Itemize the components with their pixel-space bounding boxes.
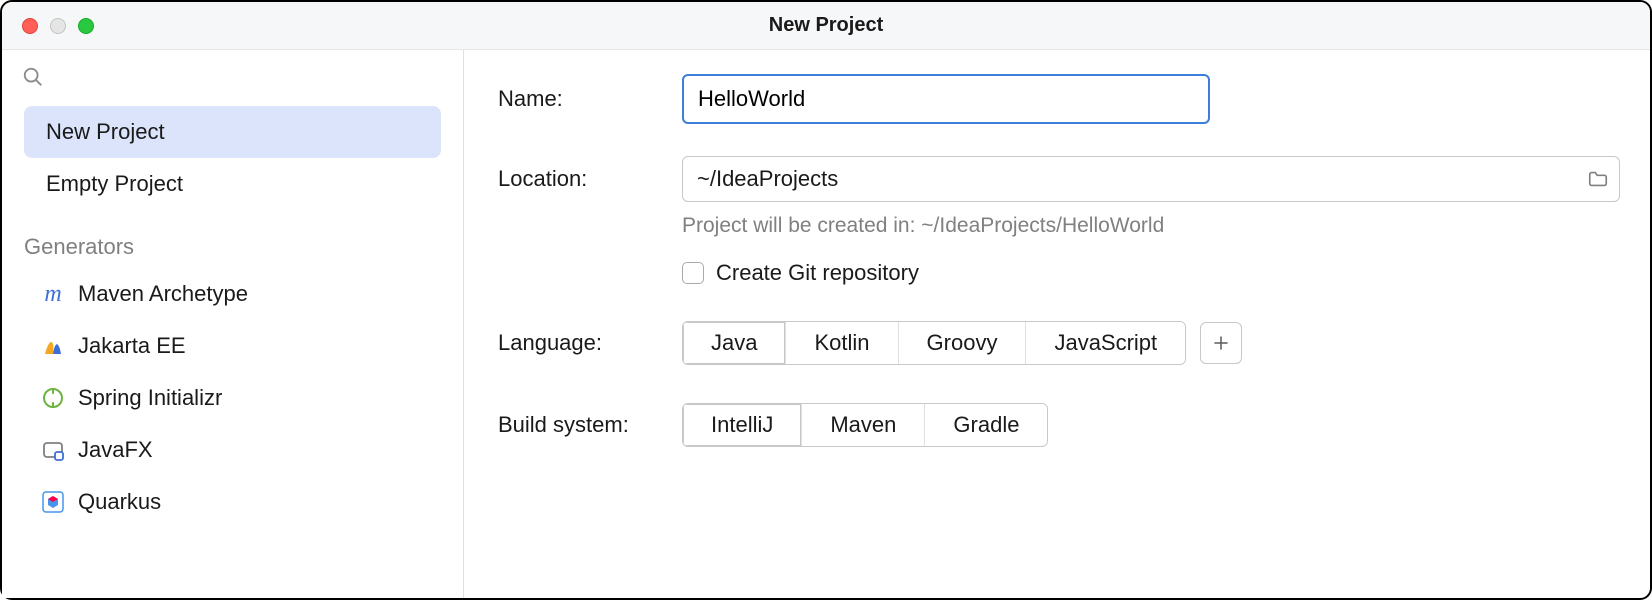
folder-icon[interactable] (1587, 168, 1609, 190)
close-window-button[interactable] (22, 18, 38, 34)
sidebar-item-label: Empty Project (46, 171, 183, 197)
language-option-kotlin[interactable]: Kotlin (786, 322, 898, 364)
generator-label: Spring Initializr (78, 385, 222, 411)
generator-maven-archetype[interactable]: m Maven Archetype (24, 268, 441, 320)
plus-icon (1212, 334, 1230, 352)
search-icon[interactable] (22, 66, 44, 88)
maven-icon: m (40, 281, 66, 307)
add-language-button[interactable] (1200, 322, 1242, 364)
generator-label: Quarkus (78, 489, 161, 515)
generator-label: Maven Archetype (78, 281, 248, 307)
language-segmented: Java Kotlin Groovy JavaScript (682, 321, 1186, 365)
git-checkbox[interactable] (682, 262, 704, 284)
minimize-window-button[interactable] (50, 18, 66, 34)
generator-spring-initializr[interactable]: Spring Initializr (24, 372, 441, 424)
sidebar-item-label: New Project (46, 119, 165, 145)
generator-javafx[interactable]: JavaFX (24, 424, 441, 476)
build-label: Build system: (498, 412, 682, 438)
location-input[interactable]: ~/IdeaProjects (682, 156, 1620, 202)
window-controls (2, 18, 94, 34)
language-label: Language: (498, 330, 682, 356)
language-option-javascript[interactable]: JavaScript (1026, 322, 1185, 364)
generators-header: Generators (2, 210, 463, 268)
location-label: Location: (498, 166, 682, 192)
javafx-icon (40, 437, 66, 463)
main-panel: Name: Location: ~/IdeaProjects Project w… (464, 50, 1650, 598)
generator-quarkus[interactable]: Quarkus (24, 476, 441, 528)
sidebar: New Project Empty Project Generators m M… (2, 50, 464, 598)
generator-jakarta-ee[interactable]: Jakarta EE (24, 320, 441, 372)
language-option-java[interactable]: Java (683, 322, 786, 364)
git-label: Create Git repository (716, 260, 919, 286)
quarkus-icon (40, 489, 66, 515)
titlebar: New Project (2, 2, 1650, 50)
search-row (2, 58, 463, 106)
build-option-gradle[interactable]: Gradle (925, 404, 1047, 446)
location-hint: Project will be created in: ~/IdeaProjec… (498, 214, 1620, 238)
build-option-intellij[interactable]: IntelliJ (683, 404, 802, 446)
build-segmented: IntelliJ Maven Gradle (682, 403, 1048, 447)
name-input[interactable] (682, 74, 1210, 124)
generator-label: Jakarta EE (78, 333, 186, 359)
location-value: ~/IdeaProjects (697, 166, 1587, 192)
window-title: New Project (769, 14, 883, 37)
language-option-groovy[interactable]: Groovy (899, 322, 1027, 364)
name-label: Name: (498, 86, 682, 112)
build-option-maven[interactable]: Maven (802, 404, 925, 446)
jakarta-icon (40, 333, 66, 359)
spring-icon (40, 385, 66, 411)
generator-label: JavaFX (78, 437, 153, 463)
sidebar-item-new-project[interactable]: New Project (24, 106, 441, 158)
maximize-window-button[interactable] (78, 18, 94, 34)
sidebar-item-empty-project[interactable]: Empty Project (24, 158, 441, 210)
